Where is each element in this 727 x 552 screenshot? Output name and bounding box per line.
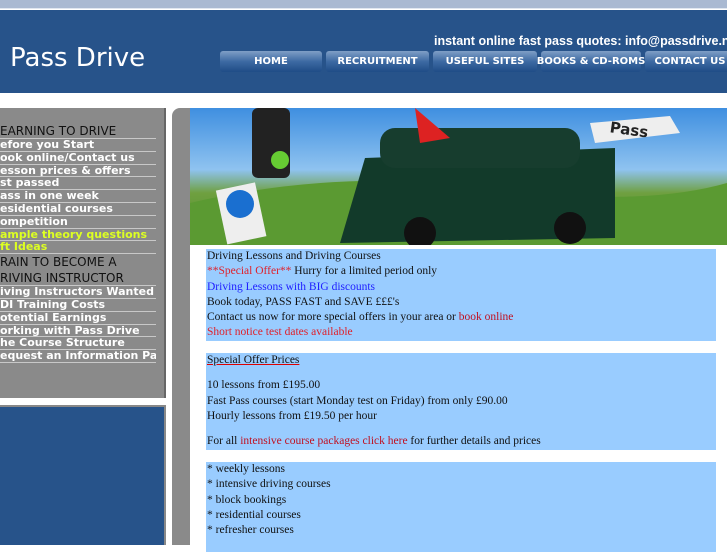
sidebar-item[interactable]: efore you Start [0, 139, 156, 152]
sidebar-heading-learning: EARNING TO DRIVE [0, 123, 156, 139]
sidebar-item[interactable]: esidential courses [0, 203, 156, 216]
main-nav: HOME RECRUITMENT USEFUL SITES BOOKS & CD… [220, 51, 727, 72]
sidebar-item[interactable]: equest an Information Pack [0, 350, 156, 363]
logo[interactable]: Pass Drive [10, 43, 145, 73]
nav-home[interactable]: HOME [220, 51, 322, 72]
intensive-line: For all [207, 435, 241, 448]
top-strip [0, 0, 727, 9]
sidebar-blue-panel [0, 405, 166, 545]
intro-line: Contact us now for more special offers i… [207, 311, 459, 324]
sidebar-item[interactable]: ample theory questions [0, 229, 156, 242]
nav-recruitment[interactable]: RECRUITMENT [326, 51, 429, 72]
price-line: Fast Pass courses (start Monday test on … [207, 394, 508, 407]
short-notice-text: Short notice test dates available [207, 326, 353, 339]
prices-box: Special Offer Prices 10 lessons from £19… [206, 353, 716, 450]
special-offer-text: **Special Offer** [207, 265, 292, 278]
hero-illustration: Pass [190, 108, 727, 245]
sidebar-item[interactable]: ompetition [0, 216, 156, 229]
courses-box: * weekly lessons * intensive driving cou… [206, 462, 716, 552]
intro-box: Driving Lessons and Driving Courses **Sp… [206, 249, 716, 341]
sidebar: EARNING TO DRIVE efore you Start ook onl… [0, 108, 166, 398]
sidebar-item[interactable]: esson prices & offers [0, 165, 156, 178]
sidebar-item[interactable]: st passed [0, 177, 156, 191]
course-item: * intensive driving courses [207, 478, 331, 491]
course-item: * residential courses [207, 508, 301, 521]
hero-image: Pass [190, 108, 727, 245]
sidebar-item[interactable]: DI Training Costs [0, 299, 156, 312]
nav-useful-sites[interactable]: USEFUL SITES [433, 51, 537, 72]
intro-line: Driving Lessons and Driving Courses [207, 250, 381, 262]
sidebar-item[interactable]: iving Instructors Wanted [0, 286, 156, 299]
discounts-link[interactable]: Driving Lessons with BIG discounts [207, 280, 716, 295]
sidebar-item[interactable]: ft Ideas [0, 241, 156, 255]
sidebar-item[interactable]: he Course Structure [0, 337, 156, 351]
course-item: * weekly lessons [207, 463, 285, 475]
sidebar-item[interactable]: orking with Pass Drive [0, 325, 156, 338]
intensive-courses-link[interactable]: intensive course packages click here [240, 435, 407, 447]
divider-bar [172, 108, 190, 545]
course-item: * refresher courses [207, 524, 294, 537]
price-line: Hourly lessons from £19.50 per hour [207, 409, 377, 422]
prices-title: Special Offer Prices [207, 354, 300, 366]
sidebar-item[interactable]: ook online/Contact us [0, 152, 156, 165]
sidebar-item[interactable]: ass in one week [0, 190, 156, 203]
intro-line: Hurry for a limited period only [291, 265, 438, 278]
nav-books-cd-roms[interactable]: BOOKS & CD-ROMS [537, 51, 645, 72]
book-online-link[interactable]: book online [459, 311, 514, 323]
intro-line: Book today, PASS FAST and SAVE £££'s [207, 295, 400, 308]
price-line: 10 lessons from £195.00 [207, 379, 321, 392]
sidebar-heading-instructor-2: RIVING INSTRUCTOR [0, 270, 156, 287]
sidebar-item[interactable]: otential Earnings [0, 312, 156, 325]
header: Pass Drive instant online fast pass quot… [0, 10, 727, 93]
quote-text: instant online fast pass quotes: info@pa… [434, 34, 727, 48]
sidebar-heading-instructor: RAIN TO BECOME A [0, 255, 117, 270]
nav-contact-us[interactable]: CONTACT US [645, 51, 727, 72]
course-item: * block bookings [207, 493, 287, 506]
intensive-line: for further details and prices [407, 435, 541, 448]
